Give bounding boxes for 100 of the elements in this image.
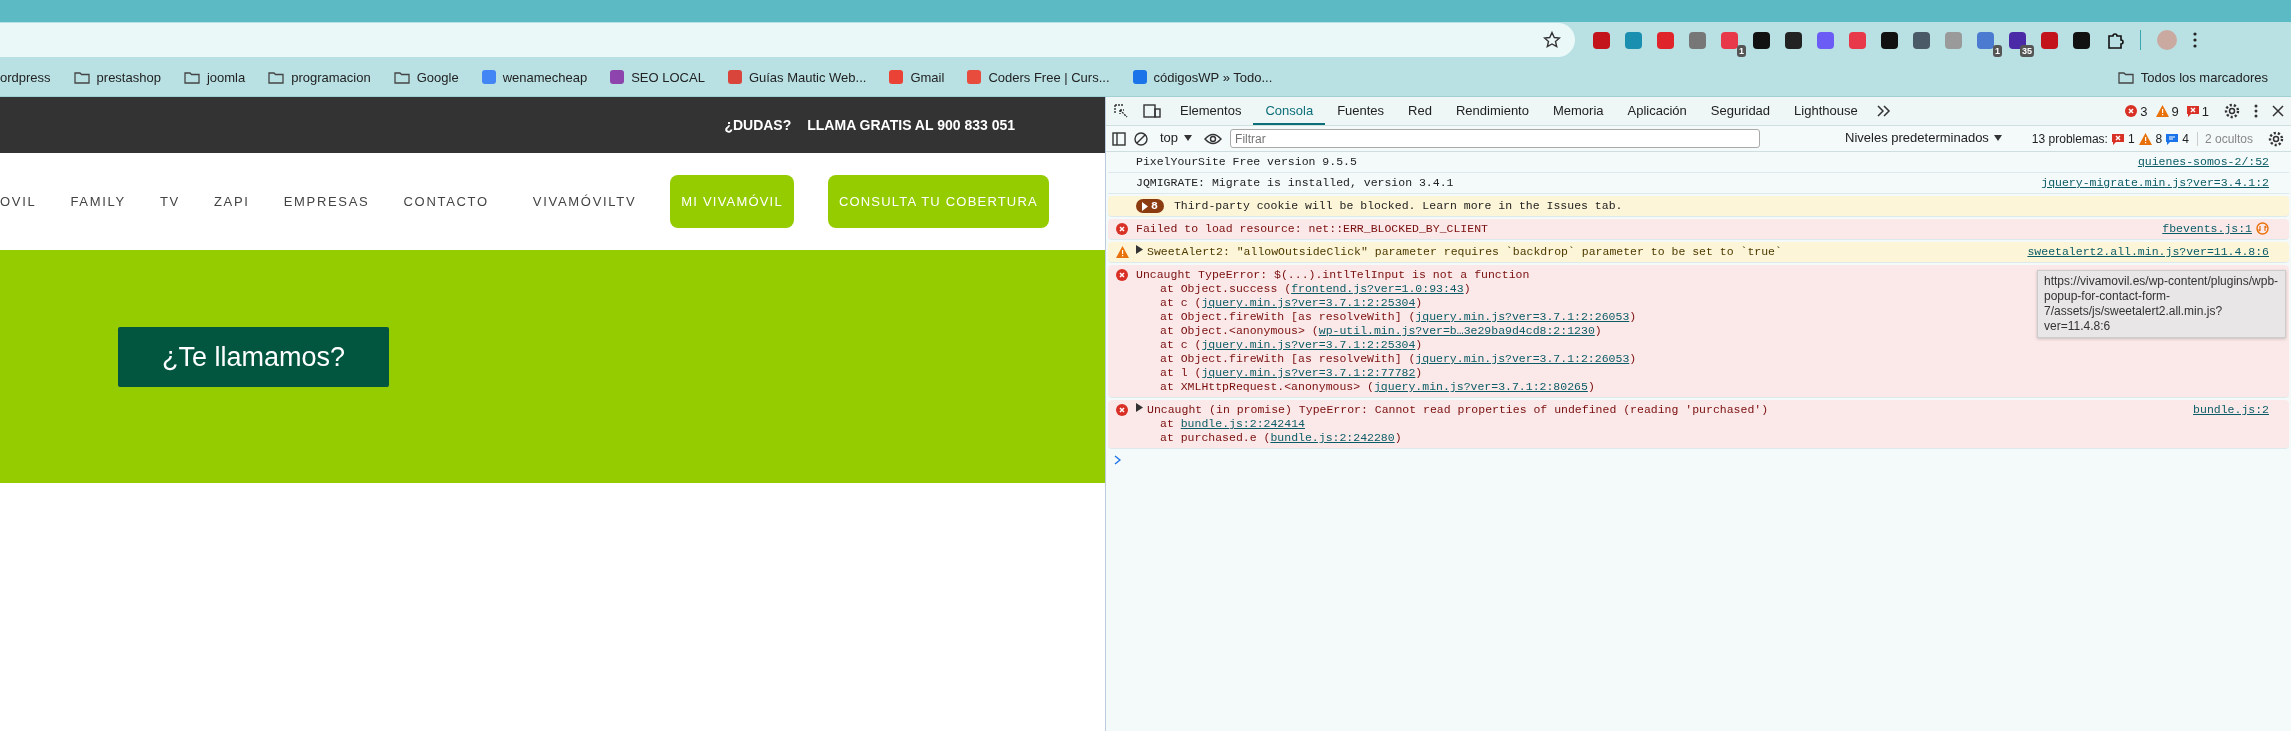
nav-link[interactable]: CONTACTO bbox=[403, 194, 489, 209]
extension-icon[interactable] bbox=[2009, 31, 2026, 49]
menu-icon[interactable] bbox=[2193, 32, 2197, 48]
expand-triangle-icon[interactable] bbox=[1136, 245, 1143, 254]
error-icon bbox=[1116, 223, 1128, 235]
count-text: 1 bbox=[2201, 103, 2209, 119]
nav-link[interactable]: FAMILY bbox=[70, 194, 126, 209]
source-link[interactable]: bundle.js:2 bbox=[2193, 403, 2269, 417]
prompt-chevron-icon[interactable] bbox=[1114, 455, 1121, 465]
folder-icon bbox=[2117, 70, 2134, 84]
nav-link[interactable]: VIVAMÓVILTV bbox=[532, 194, 637, 209]
devtools-tab[interactable]: Lighthouse bbox=[1782, 97, 1870, 125]
info-icon bbox=[2166, 132, 2179, 145]
devtools-tab[interactable]: Red bbox=[1396, 97, 1444, 125]
call-me-button[interactable]: ¿Te llamamos? bbox=[118, 327, 389, 387]
warning-icon bbox=[1116, 246, 1129, 258]
device-icon[interactable] bbox=[1143, 103, 1161, 119]
source-link[interactable]: jquery.min.js?ver=3.7.1:2:25304 bbox=[1201, 338, 1416, 351]
settings-icon[interactable] bbox=[2224, 103, 2240, 119]
close-icon[interactable] bbox=[2272, 105, 2284, 117]
issue-icon bbox=[2186, 105, 2199, 117]
console-message: Uncaught (in promise) TypeError: Cannot read properties of undefined (reading 'purchased') bbox=[1147, 403, 1770, 417]
bookmark-item[interactable]: Todos los marcadores bbox=[2117, 69, 2268, 85]
puzzle-icon[interactable] bbox=[2106, 31, 2124, 49]
bookmark-item[interactable]: Google bbox=[393, 69, 459, 85]
source-link[interactable]: jquery-migrate.min.js?ver=3.4.1:2 bbox=[2041, 176, 2269, 190]
bookmark-item[interactable]: SEO LOCAL bbox=[610, 69, 705, 85]
expand-triangle-icon[interactable] bbox=[1136, 403, 1143, 412]
problems-label: 13 problemas: bbox=[2031, 131, 2108, 146]
topbar-text: LLAMA GRATIS AL 900 833 051 bbox=[807, 117, 1015, 133]
bookmark-item[interactable]: Gmail bbox=[889, 69, 945, 85]
sidebar-icon[interactable] bbox=[1112, 131, 1126, 146]
badge-count: 1 bbox=[1993, 44, 2002, 57]
source-link[interactable]: bundle.js:2:242280 bbox=[1270, 431, 1395, 444]
nav-link[interactable]: EMPRESAS bbox=[283, 194, 370, 209]
blocked-request-icon[interactable] bbox=[2256, 222, 2269, 235]
star-icon[interactable] bbox=[1543, 31, 1561, 49]
stack-frame: at c (jquery.min.js?ver=3.7.1:2:25304) bbox=[1136, 338, 2269, 352]
settings-icon[interactable] bbox=[2268, 130, 2284, 147]
caret-icon bbox=[1184, 134, 1193, 141]
more-tabs-icon[interactable] bbox=[1876, 105, 1891, 117]
clear-icon[interactable] bbox=[1134, 131, 1148, 146]
expand-triangle-icon[interactable] bbox=[1142, 201, 1148, 211]
nav-link[interactable]: OVIL bbox=[0, 194, 37, 209]
folder-icon bbox=[393, 70, 410, 84]
console-message: Failed to load resource: net::ERR_BLOCKED_BY_CLIENT bbox=[1136, 222, 1489, 236]
menu-icon[interactable] bbox=[2254, 104, 2258, 118]
count-text: 4 bbox=[2182, 131, 2189, 146]
context-dropdown[interactable]: top bbox=[1156, 124, 1197, 153]
folder-icon bbox=[183, 70, 200, 84]
bookmark-item[interactable]: joomla bbox=[183, 69, 246, 85]
stack-frame: at bundle.js:2:242414 bbox=[1136, 417, 2269, 431]
source-link[interactable]: fbevents.js:1 bbox=[2162, 222, 2252, 236]
extension-icon[interactable] bbox=[1753, 31, 1770, 49]
bookmark-item[interactable]: Coders Free | Curs... bbox=[967, 69, 1110, 85]
levels-dropdown[interactable]: Niveles predeterminados bbox=[1833, 124, 2014, 153]
source-link[interactable]: wp-util.min.js?ver=b…3e29ba9d4cd8:2:1230 bbox=[1318, 324, 1595, 337]
bookmark-item[interactable]: wenamecheap bbox=[481, 69, 588, 85]
issue-icon bbox=[2111, 132, 2124, 145]
error-icon bbox=[1116, 404, 1128, 416]
devtools-tab[interactable]: Memoria bbox=[1540, 97, 1616, 125]
source-link[interactable]: sweetalert2.all.min.js?ver=11.4.8:6 bbox=[2027, 245, 2269, 259]
bookmark-item[interactable]: códigosWP » Todo... bbox=[1132, 69, 1273, 85]
source-link[interactable]: quienes-somos-2/:52 bbox=[2137, 155, 2269, 169]
issue-count-badge[interactable]: 8 bbox=[1136, 199, 1164, 213]
warning-icon bbox=[2155, 105, 2169, 117]
nav-link[interactable]: ZAPI bbox=[213, 194, 250, 209]
error-icon bbox=[1116, 269, 1128, 281]
source-link[interactable]: jquery.min.js?ver=3.7.1:2:80265 bbox=[1373, 380, 1588, 393]
eye-icon[interactable] bbox=[1204, 132, 1223, 145]
source-link[interactable]: jquery.min.js?ver=3.7.1:2:25304 bbox=[1201, 296, 1416, 309]
count-text: 1 bbox=[2127, 131, 2135, 146]
filter-field[interactable]: Filtrar bbox=[1230, 129, 1761, 148]
extension-icon[interactable] bbox=[2073, 31, 2090, 49]
bookmark-item[interactable]: prestashop bbox=[73, 69, 161, 85]
source-link[interactable]: bundle.js:2:242414 bbox=[1180, 417, 1305, 430]
warning-icon bbox=[2138, 132, 2152, 145]
extension-icon[interactable] bbox=[1785, 31, 1802, 49]
count-text: 9 bbox=[2171, 103, 2179, 119]
stack-frame: at Object.fireWith [as resolveWith] (jquery.min.js?ver=3.7.1:2:26053) bbox=[1136, 352, 2269, 366]
devtools-tab[interactable]: Fuentes bbox=[1325, 97, 1397, 125]
devtools-tab[interactable]: Elementos bbox=[1168, 97, 1254, 125]
bookmark-item[interactable]: ordpress bbox=[0, 69, 51, 85]
bookmark-item[interactable]: programacion bbox=[268, 69, 371, 85]
source-link[interactable]: jquery.min.js?ver=3.7.1:2:26053 bbox=[1415, 352, 1630, 365]
extension-icon[interactable] bbox=[1881, 31, 1898, 49]
source-link[interactable]: jquery.min.js?ver=3.7.1:2:77782 bbox=[1201, 366, 1416, 379]
inspect-icon[interactable] bbox=[1113, 103, 1129, 119]
folder-icon bbox=[73, 70, 90, 84]
count-text: 8 bbox=[2155, 131, 2163, 146]
source-link[interactable]: frontend.js?ver=1.0:93:43 bbox=[1291, 282, 1464, 295]
devtools-tab[interactable]: Seguridad bbox=[1698, 97, 1783, 125]
devtools-tab[interactable]: Rendimiento bbox=[1443, 97, 1541, 125]
error-icon bbox=[2125, 105, 2138, 117]
devtools-tab[interactable]: Aplicación bbox=[1615, 97, 1699, 125]
source-link[interactable]: jquery.min.js?ver=3.7.1:2:26053 bbox=[1415, 310, 1630, 323]
devtools-tab[interactable]: Consola bbox=[1253, 97, 1326, 125]
nav-link[interactable]: TV bbox=[159, 194, 180, 209]
url-tooltip: https://vivamovil.es/wp-content/plugins/wpb-popup-for-contact-form-7/assets/js/sweetalert2.all.min.js?ver=11.4.8:6 bbox=[2037, 270, 2286, 338]
bookmark-item[interactable]: Guías Mautic Web... bbox=[727, 69, 867, 85]
